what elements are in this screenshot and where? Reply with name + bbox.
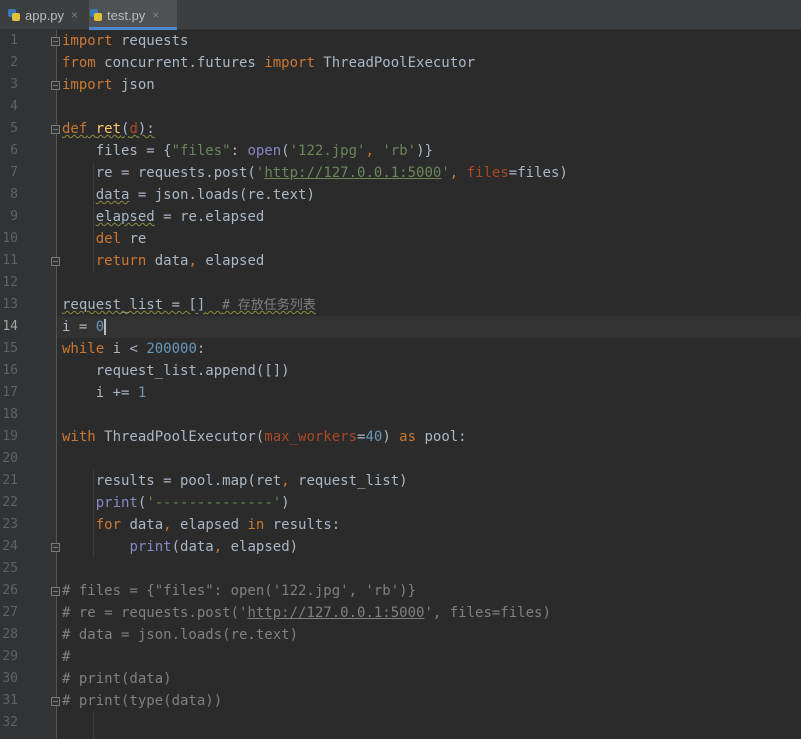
- code-line-2: from concurrent.futures import ThreadPoo…: [62, 55, 476, 71]
- line-number: 32: [2, 715, 18, 730]
- line-number-current: 14: [2, 319, 18, 334]
- line-number: 9: [10, 209, 18, 224]
- code-line-21: results = pool.map(ret, request_list): [62, 473, 408, 489]
- line-number: 28: [2, 627, 18, 642]
- python-file-icon: [89, 8, 103, 22]
- line-number: 15: [2, 341, 18, 356]
- tab-label: test.py: [107, 7, 146, 23]
- code-line-10: del re: [95, 231, 147, 247]
- line-number: 19: [2, 429, 18, 444]
- code-line-16: request_list.append([]): [62, 363, 290, 379]
- code-line-29: #: [62, 649, 71, 665]
- line-number: 22: [2, 495, 18, 510]
- code-line-7: re = requests.post('http://127.0.0.1:500…: [62, 165, 568, 181]
- code-line-5: def ret(d):: [62, 121, 155, 137]
- line-number: 12: [2, 275, 18, 290]
- line-number: 1: [10, 33, 18, 48]
- close-icon[interactable]: ×: [152, 8, 159, 22]
- code-line-24: print(data, elapsed): [129, 539, 299, 555]
- code-line-6: files = {"files": open('122.jpg', 'rb')}: [62, 143, 433, 159]
- line-number: 25: [2, 561, 18, 576]
- line-number: 27: [2, 605, 18, 620]
- line-number: 8: [10, 187, 18, 202]
- line-number: 4: [10, 99, 18, 114]
- line-number: 21: [2, 473, 18, 488]
- line-number: 20: [2, 451, 18, 466]
- url-link[interactable]: http://127.0.0.1:5000: [264, 165, 441, 181]
- line-number: 17: [2, 385, 18, 400]
- text-caret: [104, 319, 107, 335]
- line-number: 11: [2, 253, 18, 268]
- line-number: 29: [2, 649, 18, 664]
- line-number: 3: [10, 77, 18, 92]
- line-number: 26: [2, 583, 18, 598]
- tab-app-py[interactable]: app.py ×: [7, 0, 87, 30]
- close-icon[interactable]: ×: [71, 8, 78, 22]
- line-number: 30: [2, 671, 18, 686]
- tab-test-py[interactable]: test.py ×: [89, 0, 177, 30]
- line-number: 7: [10, 165, 18, 180]
- code-line-17: i += 1: [62, 385, 147, 401]
- line-number: 16: [2, 363, 18, 378]
- line-number: 2: [10, 55, 18, 70]
- line-number: 18: [2, 407, 18, 422]
- code-line-11: return data, elapsed: [95, 253, 265, 269]
- code-line-14: i = 0: [62, 319, 107, 335]
- python-file-icon: [7, 8, 21, 22]
- line-number: 5: [10, 121, 18, 136]
- code-line-26: # files = {"files": open('122.jpg', 'rb'…: [62, 583, 417, 599]
- line-number: 31: [2, 693, 18, 708]
- code-line-3: import json: [62, 77, 155, 93]
- code-line-27: # re = requests.post('http://127.0.0.1:5…: [62, 605, 551, 621]
- code-line-8: data = json.loads(re.text): [95, 187, 315, 203]
- code-line-30: # print(data): [62, 671, 172, 687]
- code-line-15: while i < 200000:: [62, 341, 206, 357]
- line-number: 13: [2, 297, 18, 312]
- line-number: 23: [2, 517, 18, 532]
- line-number: 6: [10, 143, 18, 158]
- editor-tab-bar: app.py × test.py ×: [0, 0, 801, 30]
- code-line-9: elapsed = re.elapsed: [95, 209, 265, 225]
- code-line-13: request_list = [] # 存放任务列表: [62, 297, 316, 313]
- code-line-23: for data, elapsed in results:: [95, 517, 341, 533]
- tab-label: app.py: [25, 7, 65, 23]
- code-line-22: print('--------------'): [95, 495, 290, 511]
- code-line-1: import requests: [62, 33, 189, 49]
- code-line-19: with ThreadPoolExecutor(max_workers=40) …: [62, 429, 467, 445]
- code-line-28: # data = json.loads(re.text): [62, 627, 299, 643]
- url-link[interactable]: http://127.0.0.1:5000: [247, 605, 424, 621]
- line-number: 24: [2, 539, 18, 554]
- code-line-31: # print(type(data)): [62, 693, 223, 709]
- line-number: 10: [2, 231, 18, 246]
